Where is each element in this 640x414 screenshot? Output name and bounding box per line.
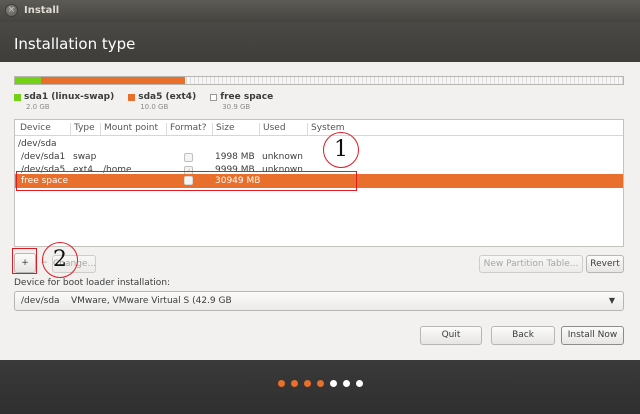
legend-label: sda1 (linux-swap) <box>24 92 115 102</box>
progress-dot-done <box>316 380 324 387</box>
ext4-swatch-icon <box>128 93 136 101</box>
cell-device: /dev/sda <box>18 139 57 149</box>
bootloader-label: Device for boot loader installation: <box>14 278 171 288</box>
progress-dot-done <box>303 380 311 387</box>
footer <box>0 360 640 414</box>
main-content: sda1 (linux-swap) 2.0 GB sda5 (ext4) 10.… <box>0 62 640 360</box>
legend-size: 30.9 GB <box>222 103 251 111</box>
legend-label: free space <box>220 92 274 102</box>
annotation-circle-1: 1 <box>323 132 359 168</box>
column-header-used[interactable]: Used <box>259 123 286 135</box>
legend-item-ext4: sda5 (ext4) 10.0 GB <box>128 92 196 111</box>
page-header: Installation type <box>0 22 640 62</box>
window-title: Install <box>24 5 60 16</box>
partition-bar-ext4 <box>41 77 186 84</box>
column-header-size[interactable]: Size <box>212 123 234 135</box>
window-titlebar: × Install <box>0 0 640 22</box>
partition-bar-swap <box>15 77 42 84</box>
annotation-circle-2: 2 <box>42 242 78 278</box>
cell-size: 1998 MB <box>215 152 255 162</box>
partition-table[interactable]: Device Type Mount point Format? Size Use… <box>14 119 624 247</box>
table-row[interactable]: /dev/sda <box>15 138 623 151</box>
column-header-device[interactable]: Device <box>17 123 51 135</box>
partition-bar <box>14 76 624 85</box>
bootloader-device-select[interactable]: /dev/sda VMware, VMware Virtual S (42.9 … <box>14 291 624 311</box>
quit-button[interactable]: Quit <box>420 326 482 345</box>
progress-dot-done <box>290 380 298 387</box>
column-header-mount[interactable]: Mount point <box>100 123 158 135</box>
install-now-button[interactable]: Install Now <box>561 326 624 345</box>
bootloader-device: /dev/sda <box>21 296 60 306</box>
column-header-format[interactable]: Format? <box>166 123 207 135</box>
progress-dot-todo <box>342 380 350 387</box>
table-header: Device Type Mount point Format? Size Use… <box>15 120 623 136</box>
annotation-highlight-rect <box>16 171 357 191</box>
new-partition-table-button[interactable]: New Partition Table... <box>479 255 583 273</box>
column-header-type[interactable]: Type <box>70 123 95 135</box>
legend-item-free: free space 30.9 GB <box>210 92 273 111</box>
legend-size: 10.0 GB <box>140 103 169 111</box>
legend-size: 2.0 GB <box>26 103 50 111</box>
table-row[interactable]: /dev/sda1 swap 1998 MB unknown <box>15 151 623 164</box>
progress-dot-done <box>277 380 285 387</box>
partition-legend: sda1 (linux-swap) 2.0 GB sda5 (ext4) 10.… <box>14 92 273 111</box>
revert-button[interactable]: Revert <box>586 255 624 273</box>
back-button[interactable]: Back <box>491 326 555 345</box>
cell-device: /dev/sda1 <box>21 152 66 162</box>
legend-item-swap: sda1 (linux-swap) 2.0 GB <box>14 92 114 111</box>
swap-swatch-icon <box>14 93 21 101</box>
progress-dot-todo <box>355 380 363 387</box>
progress-dots <box>0 380 640 387</box>
format-checkbox[interactable] <box>184 153 193 162</box>
bootloader-description: VMware, VMware Virtual S (42.9 GB <box>71 296 232 306</box>
chevron-down-icon: ▼ <box>608 296 615 305</box>
close-icon[interactable]: × <box>5 4 18 17</box>
legend-label: sda5 (ext4) <box>138 92 197 102</box>
page-title: Installation type <box>14 35 136 53</box>
annotation-highlight-rect <box>12 248 37 274</box>
free-swatch-icon <box>210 93 218 101</box>
progress-dot-todo <box>329 380 337 387</box>
cell-type: swap <box>73 152 97 162</box>
cell-used: unknown <box>262 152 303 162</box>
